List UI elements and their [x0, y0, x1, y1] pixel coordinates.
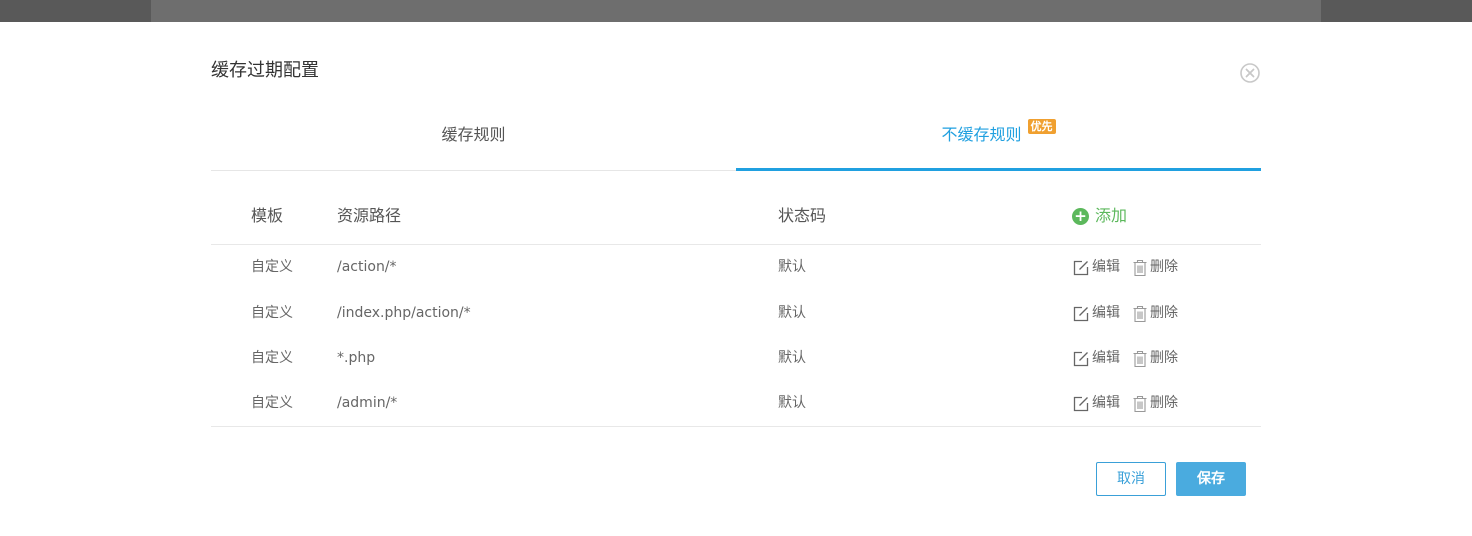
cache-expiry-dialog: 缓存过期配置 缓存规则 不缓存规则 优先 模板 资源路径 状态码 + 添加 自定…: [0, 22, 1472, 536]
delete-button[interactable]: 删除: [1132, 381, 1178, 426]
table-row: 自定义 /admin/* 默认 编辑 删除: [211, 381, 1261, 426]
header-path: 资源路径: [337, 206, 402, 225]
edit-button[interactable]: 编辑: [1072, 291, 1120, 336]
edit-icon: [1073, 260, 1089, 275]
edit-label: 编辑: [1092, 395, 1120, 411]
row-template: 自定义: [251, 259, 293, 275]
table-row: 自定义 /action/* 默认 编辑 删除: [211, 245, 1261, 291]
row-actions: 编辑 删除: [1072, 245, 1178, 290]
tab-no-cache-rules[interactable]: 不缓存规则 优先: [736, 110, 1261, 171]
delete-label: 删除: [1150, 350, 1178, 366]
edit-button[interactable]: 编辑: [1072, 381, 1120, 426]
save-button[interactable]: 保存: [1176, 462, 1246, 496]
row-status: 默认: [778, 350, 806, 366]
priority-badge: 优先: [1027, 119, 1056, 134]
edit-label: 编辑: [1092, 259, 1120, 275]
row-status: 默认: [778, 305, 806, 321]
modal-backdrop: [0, 0, 1472, 22]
backdrop-page: [151, 0, 1321, 22]
row-path: *.php: [337, 350, 376, 366]
delete-label: 删除: [1150, 259, 1178, 275]
close-icon[interactable]: [1240, 63, 1260, 83]
delete-label: 删除: [1150, 395, 1178, 411]
delete-button[interactable]: 删除: [1132, 245, 1178, 290]
delete-label: 删除: [1150, 305, 1178, 321]
edit-button[interactable]: 编辑: [1072, 336, 1120, 381]
row-path: /index.php/action/*: [337, 305, 471, 321]
table-row: 自定义 /index.php/action/* 默认 编辑 删除: [211, 291, 1261, 336]
dialog-title: 缓存过期配置: [211, 60, 319, 81]
row-actions: 编辑 删除: [1072, 381, 1178, 426]
trash-icon: [1133, 350, 1147, 367]
row-path: /admin/*: [337, 395, 398, 411]
plus-circle-icon: +: [1072, 207, 1089, 225]
row-template: 自定义: [251, 350, 293, 366]
row-template: 自定义: [251, 395, 293, 411]
tab-label: 缓存规则: [441, 125, 506, 144]
row-actions: 编辑 删除: [1072, 291, 1178, 336]
delete-button[interactable]: 删除: [1132, 336, 1178, 381]
edit-icon: [1073, 396, 1089, 411]
add-rule-button[interactable]: + 添加: [1072, 192, 1127, 240]
table-header: 模板 资源路径 状态码 + 添加: [211, 192, 1261, 245]
table-row: 自定义 *.php 默认 编辑 删除: [211, 336, 1261, 381]
table-body: 自定义 /action/* 默认 编辑 删除 自定义 /index.php/ac…: [211, 245, 1261, 427]
delete-button[interactable]: 删除: [1132, 291, 1178, 336]
row-status: 默认: [778, 395, 806, 411]
add-label: 添加: [1095, 206, 1128, 225]
row-template: 自定义: [251, 305, 293, 321]
edit-icon: [1073, 306, 1089, 321]
tab-cache-rules[interactable]: 缓存规则: [211, 110, 736, 170]
active-tab-indicator: [736, 168, 1261, 171]
header-status: 状态码: [778, 206, 827, 225]
row-status: 默认: [778, 259, 806, 275]
trash-icon: [1133, 259, 1147, 276]
edit-button[interactable]: 编辑: [1072, 245, 1120, 290]
edit-label: 编辑: [1092, 305, 1120, 321]
edit-icon: [1073, 351, 1089, 366]
rules-table: 模板 资源路径 状态码 + 添加 自定义 /action/* 默认 编辑 删除 …: [211, 192, 1261, 427]
cancel-button[interactable]: 取消: [1096, 462, 1166, 496]
tab-label: 不缓存规则: [941, 125, 1022, 144]
header-template: 模板: [251, 206, 284, 225]
trash-icon: [1133, 395, 1147, 412]
row-actions: 编辑 删除: [1072, 336, 1178, 381]
edit-label: 编辑: [1092, 350, 1120, 366]
rule-tabs: 缓存规则 不缓存规则 优先: [211, 110, 1261, 171]
row-path: /action/*: [337, 259, 397, 275]
trash-icon: [1133, 305, 1147, 322]
